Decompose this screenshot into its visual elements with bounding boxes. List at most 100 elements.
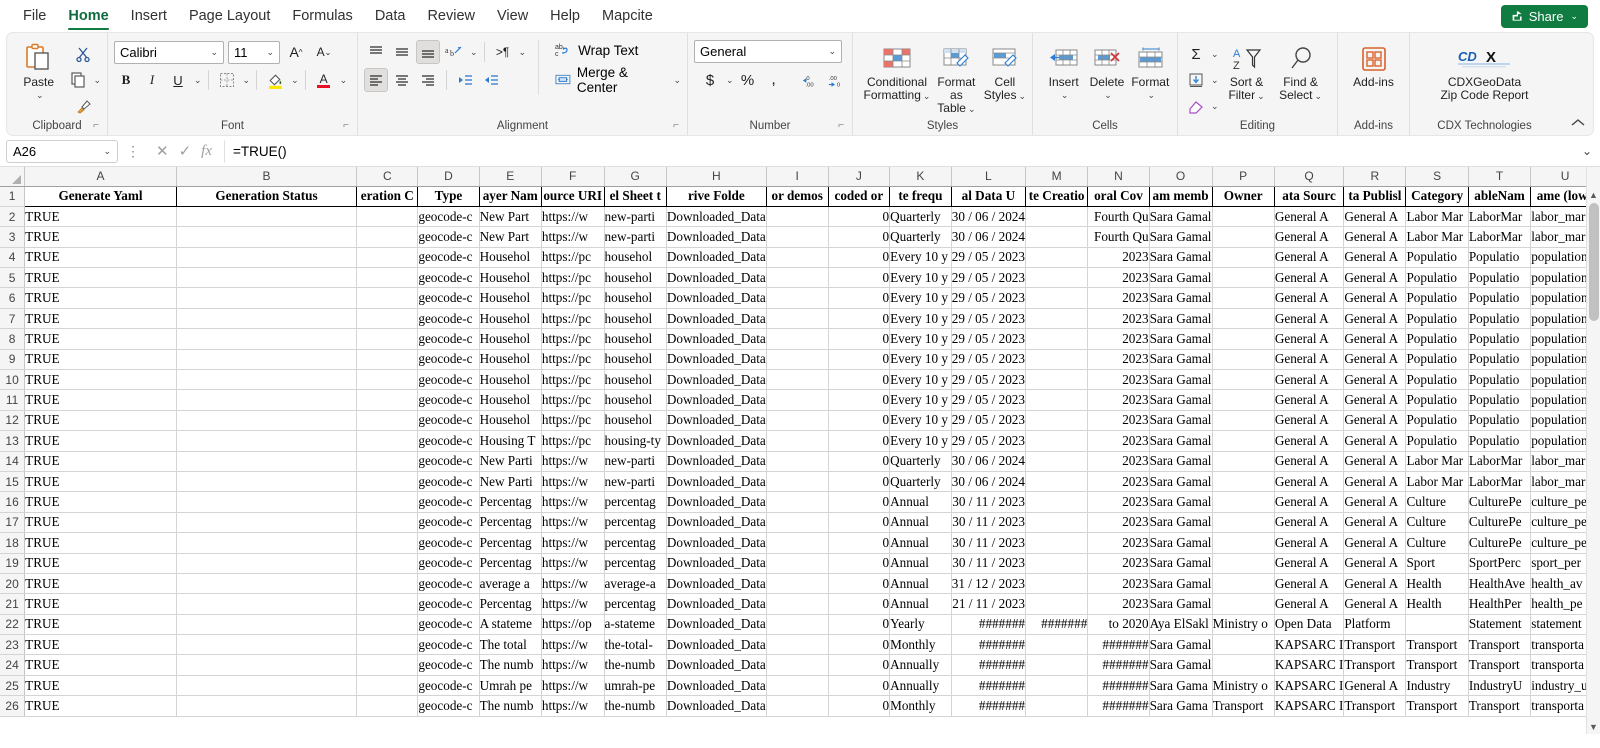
cell-e8[interactable]: Househol bbox=[479, 328, 542, 350]
cell-l18[interactable]: 30 / 11 / 2023 bbox=[951, 532, 1027, 554]
cell-j25[interactable]: 0 bbox=[828, 675, 891, 697]
cell-m21[interactable] bbox=[1025, 593, 1089, 615]
cell-t5[interactable]: Populatio bbox=[1468, 267, 1532, 289]
cell-l16[interactable]: 30 / 11 / 2023 bbox=[951, 491, 1027, 513]
cell-l26[interactable]: ####### bbox=[951, 695, 1027, 717]
cell-m10[interactable] bbox=[1025, 369, 1089, 391]
cell-b4[interactable] bbox=[176, 247, 358, 269]
cell-n12[interactable]: 2023 bbox=[1087, 410, 1150, 432]
cell-o18[interactable]: Sara Gamal bbox=[1149, 532, 1213, 554]
cell-o20[interactable]: Sara Gamal bbox=[1149, 573, 1213, 595]
cell-s3[interactable]: Labor Mar bbox=[1405, 226, 1469, 248]
cell-k6[interactable]: Every 10 y bbox=[889, 287, 952, 309]
cell-n13[interactable]: 2023 bbox=[1087, 430, 1150, 452]
cell-r15[interactable]: General A bbox=[1343, 471, 1407, 493]
cell-i22[interactable] bbox=[766, 614, 829, 636]
row-header-11[interactable]: 11 bbox=[0, 389, 26, 411]
cell-q24[interactable]: KAPSARC I bbox=[1274, 654, 1345, 676]
format-as-table-button[interactable]: Format as Table ⌄ bbox=[935, 40, 978, 116]
header-cell-g1[interactable]: el Sheet t bbox=[604, 185, 667, 207]
cell-g19[interactable]: percentag bbox=[604, 553, 667, 574]
cell-a17[interactable]: TRUE bbox=[24, 512, 177, 534]
cell-n15[interactable]: 2023 bbox=[1087, 471, 1150, 493]
find-select-button[interactable]: Find & Select ⌄ bbox=[1275, 40, 1327, 103]
cell-c6[interactable] bbox=[356, 287, 419, 309]
cell-e24[interactable]: The numb bbox=[479, 654, 542, 676]
orientation-button[interactable]: a b bbox=[442, 40, 466, 64]
cell-a14[interactable]: TRUE bbox=[24, 451, 177, 472]
cell-d22[interactable]: geocode-c bbox=[417, 614, 480, 636]
cell-o25[interactable]: Sara Gama bbox=[1149, 675, 1213, 697]
select-all-corner[interactable] bbox=[0, 167, 26, 187]
ribbon-tab-review[interactable]: Review bbox=[416, 0, 486, 32]
header-cell-p1[interactable]: Owner bbox=[1212, 185, 1275, 207]
cell-e18[interactable]: Percentag bbox=[479, 532, 542, 554]
row-header-12[interactable]: 12 bbox=[0, 410, 26, 432]
cell-j12[interactable]: 0 bbox=[828, 410, 891, 432]
cell-m2[interactable] bbox=[1025, 206, 1089, 228]
cell-b8[interactable] bbox=[176, 328, 358, 350]
cell-l20[interactable]: 31 / 12 / 2023 bbox=[951, 573, 1027, 595]
header-cell-j1[interactable]: coded or bbox=[828, 185, 891, 207]
cell-k15[interactable]: Quarterly bbox=[889, 471, 952, 493]
increase-font-size-button[interactable]: A ^ bbox=[284, 40, 308, 64]
cell-i17[interactable] bbox=[766, 512, 829, 534]
cell-l21[interactable]: 21 / 11 / 2023 bbox=[951, 593, 1027, 615]
cell-q11[interactable]: General A bbox=[1274, 389, 1345, 411]
cell-j24[interactable]: 0 bbox=[828, 654, 891, 676]
cell-s15[interactable]: Labor Mar bbox=[1405, 471, 1469, 493]
cell-s2[interactable]: Labor Mar bbox=[1405, 206, 1469, 228]
row-header-21[interactable]: 21 bbox=[0, 593, 26, 615]
cell-n7[interactable]: 2023 bbox=[1087, 308, 1150, 330]
cell-b20[interactable] bbox=[176, 573, 358, 595]
cell-k20[interactable]: Annual bbox=[889, 573, 952, 595]
cell-o12[interactable]: Sara Gamal bbox=[1149, 410, 1213, 432]
enter-icon[interactable]: ✓ bbox=[179, 142, 192, 160]
cell-m15[interactable] bbox=[1025, 471, 1089, 493]
row-header-9[interactable]: 9 bbox=[0, 349, 26, 371]
row-header-17[interactable]: 17 bbox=[0, 512, 26, 534]
chevron-down-icon[interactable]: ⌄ bbox=[194, 75, 202, 86]
cell-n2[interactable]: Fourth Qu bbox=[1087, 206, 1150, 228]
cell-d8[interactable]: geocode-c bbox=[417, 328, 480, 350]
cell-m23[interactable] bbox=[1025, 634, 1089, 656]
merge-center-button[interactable]: Merge & Center ⌄ bbox=[555, 65, 681, 95]
cell-h5[interactable]: Downloaded_Data bbox=[666, 267, 767, 289]
row-header-16[interactable]: 16 bbox=[0, 491, 26, 513]
cell-m19[interactable] bbox=[1025, 553, 1089, 574]
cell-t26[interactable]: Transport bbox=[1468, 695, 1532, 717]
cell-m24[interactable] bbox=[1025, 654, 1089, 676]
cell-d15[interactable]: geocode-c bbox=[417, 471, 480, 493]
cell-j17[interactable]: 0 bbox=[828, 512, 891, 534]
wrap-text-button[interactable]: ab c Wrap Text bbox=[555, 42, 681, 59]
cell-b26[interactable] bbox=[176, 695, 358, 717]
cell-o5[interactable]: Sara Gamal bbox=[1149, 267, 1213, 289]
cell-l19[interactable]: 30 / 11 / 2023 bbox=[951, 553, 1027, 574]
cell-e15[interactable]: New Parti bbox=[479, 471, 542, 493]
column-header-t[interactable]: T bbox=[1468, 167, 1532, 187]
cell-f16[interactable]: https://w bbox=[541, 491, 605, 513]
cell-l2[interactable]: 30 / 06 / 2024 bbox=[951, 206, 1027, 228]
chevron-down-icon[interactable]: ⌄ bbox=[243, 75, 251, 86]
cell-d16[interactable]: geocode-c bbox=[417, 491, 480, 513]
cell-a20[interactable]: TRUE bbox=[24, 573, 177, 595]
header-cell-h1[interactable]: rive Folde bbox=[666, 185, 767, 207]
cell-m13[interactable] bbox=[1025, 430, 1089, 452]
cell-t10[interactable]: Populatio bbox=[1468, 369, 1532, 391]
cell-g22[interactable]: a-stateme bbox=[604, 614, 667, 636]
cell-p3[interactable] bbox=[1212, 226, 1275, 248]
cell-p4[interactable] bbox=[1212, 247, 1275, 269]
cell-g3[interactable]: new-parti bbox=[604, 226, 667, 248]
header-cell-e1[interactable]: ayer Nam bbox=[479, 185, 542, 207]
header-cell-r1[interactable]: ta Publisl bbox=[1343, 185, 1407, 207]
cell-a7[interactable]: TRUE bbox=[24, 308, 177, 330]
cell-j14[interactable]: 0 bbox=[828, 451, 891, 472]
cell-t11[interactable]: Populatio bbox=[1468, 389, 1532, 411]
row-header-3[interactable]: 3 bbox=[0, 226, 26, 248]
cell-b9[interactable] bbox=[176, 349, 358, 371]
font-color-button[interactable]: A bbox=[312, 69, 336, 91]
cell-k11[interactable]: Every 10 y bbox=[889, 389, 952, 411]
cell-r26[interactable]: Transport bbox=[1343, 695, 1407, 717]
cell-b16[interactable] bbox=[176, 491, 358, 513]
cell-c16[interactable] bbox=[356, 491, 419, 513]
